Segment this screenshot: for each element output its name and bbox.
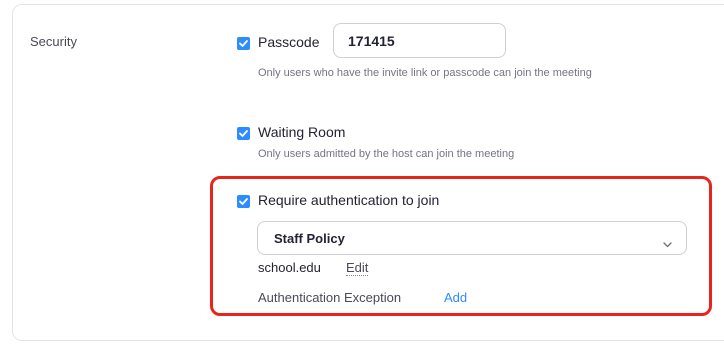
chevron-down-icon [663,235,672,253]
passcode-hint: Only users who have the invite link or p… [258,67,592,79]
require-auth-label[interactable]: Require authentication to join [258,192,439,208]
checkmark-icon [239,198,248,205]
waiting-room-label[interactable]: Waiting Room [258,124,345,140]
passcode-checkbox[interactable] [237,37,250,50]
add-exception-link[interactable]: Add [444,290,467,305]
require-auth-checkbox[interactable] [237,195,250,208]
waiting-room-checkbox[interactable] [237,127,250,140]
section-label: Security [30,34,77,49]
checkmark-icon [239,40,248,47]
waiting-room-hint: Only users admitted by the host can join… [258,148,515,160]
auth-policy-selected: Staff Policy [274,231,345,246]
auth-policy-select[interactable]: Staff Policy [257,221,687,255]
auth-exception-label: Authentication Exception [258,290,402,305]
passcode-input[interactable] [333,23,506,58]
passcode-label[interactable]: Passcode [258,34,319,50]
checkmark-icon [239,130,248,137]
auth-domain: school.edu [258,260,321,275]
edit-domain-link[interactable]: Edit [346,260,369,276]
